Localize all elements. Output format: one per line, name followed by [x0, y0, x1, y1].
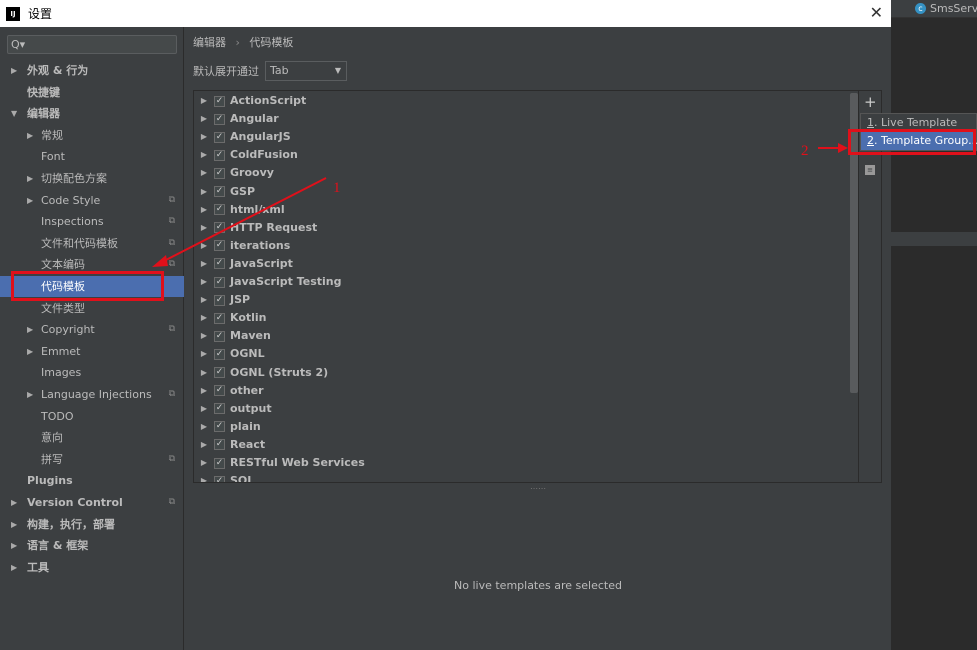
annotation-label-2: 2: [801, 143, 809, 159]
annotation-label-1: 1: [333, 180, 341, 196]
arrowhead-2: [838, 143, 848, 153]
annotation-arrows: [152, 143, 848, 267]
arrowhead-1: [152, 255, 168, 267]
annotation-arrow-1: [161, 177, 327, 263]
